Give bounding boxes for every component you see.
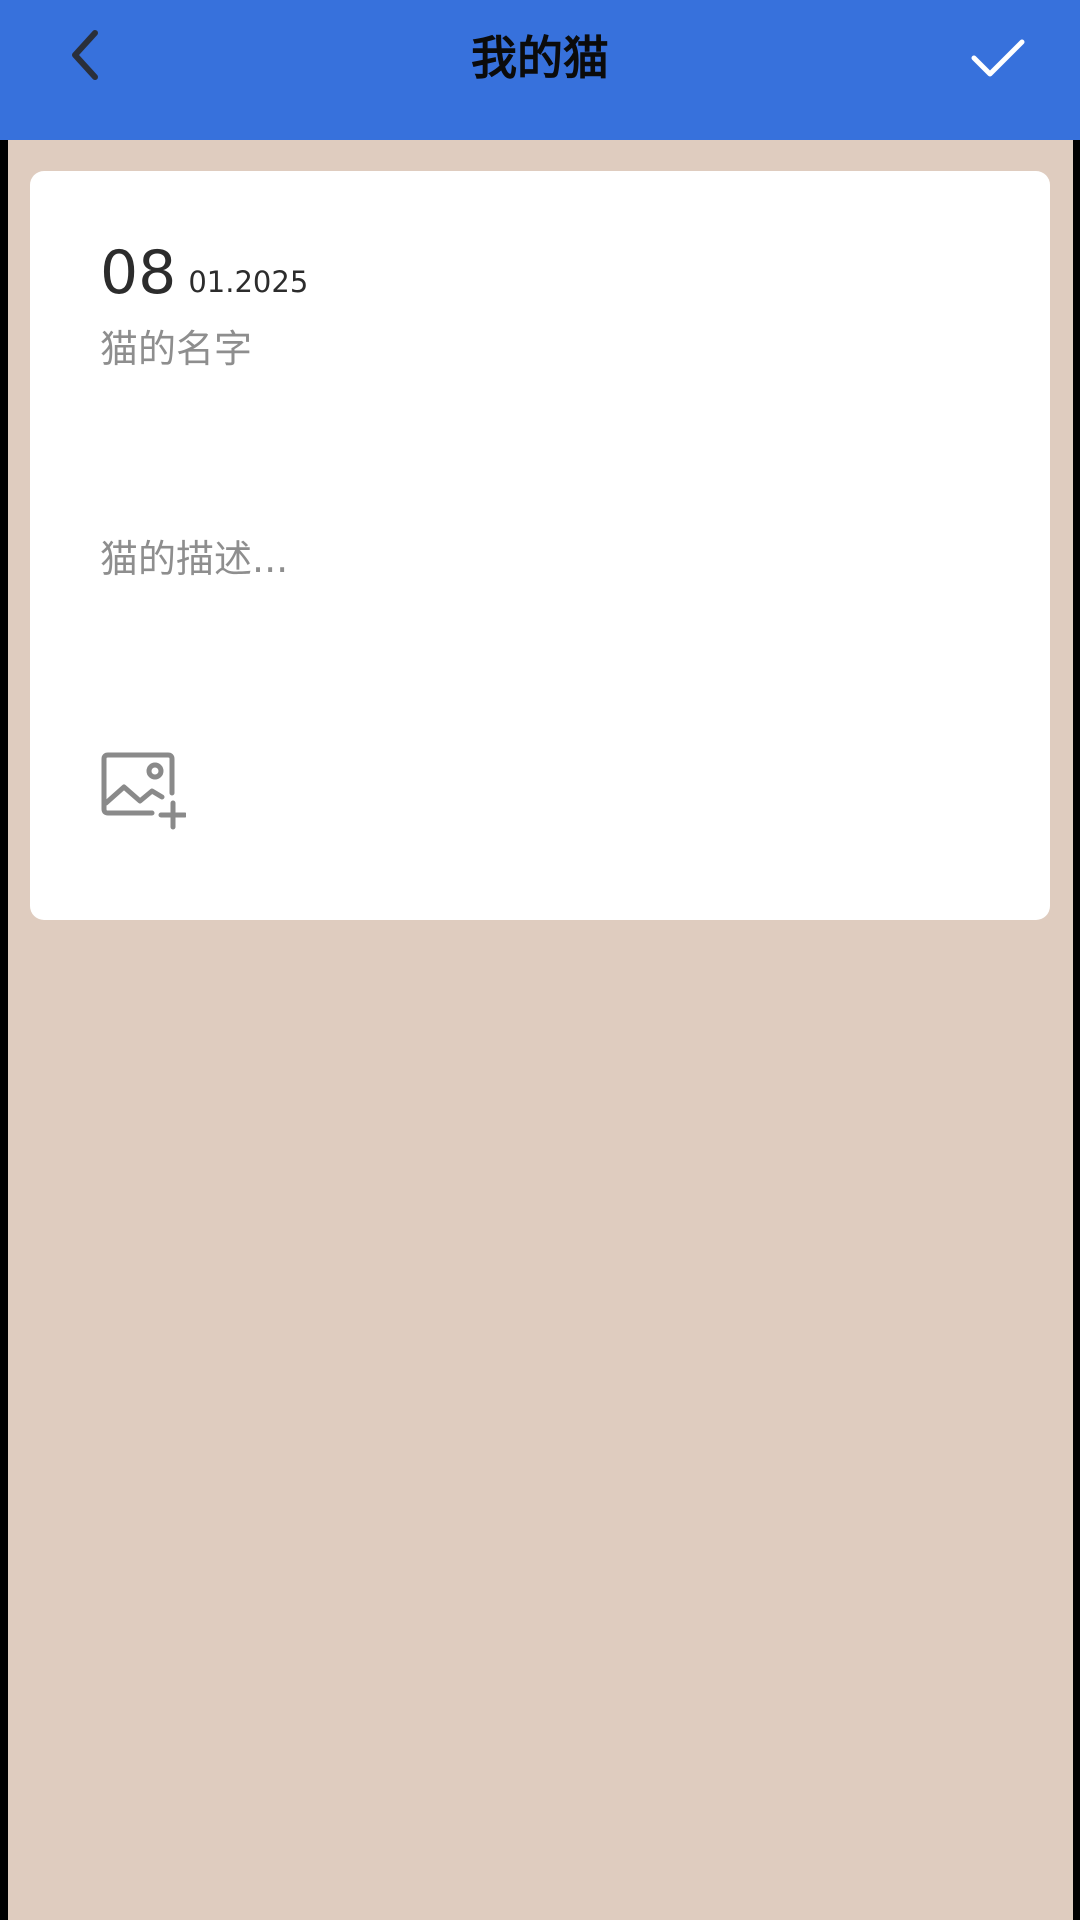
date-day: 08 bbox=[100, 238, 177, 308]
checkmark-icon bbox=[971, 39, 1024, 76]
screen: 我的猫 08 01.2025 猫的名字 猫的描述... bbox=[0, 0, 1080, 1920]
chevron-left-icon bbox=[72, 30, 98, 80]
add-image-button[interactable] bbox=[100, 751, 188, 831]
cat-description-input[interactable]: 猫的描述... bbox=[100, 529, 980, 589]
confirm-button[interactable] bbox=[965, 25, 1030, 90]
cat-name-input[interactable]: 猫的名字 bbox=[100, 321, 980, 377]
date-display[interactable]: 08 01.2025 bbox=[100, 233, 308, 303]
cat-card: 08 01.2025 猫的名字 猫的描述... bbox=[30, 171, 1050, 920]
back-button[interactable] bbox=[55, 25, 115, 85]
page-title: 我的猫 bbox=[471, 31, 609, 85]
date-month-year: 01.2025 bbox=[188, 265, 309, 299]
header-bar: 我的猫 bbox=[0, 0, 1080, 140]
add-image-icon bbox=[101, 752, 188, 830]
